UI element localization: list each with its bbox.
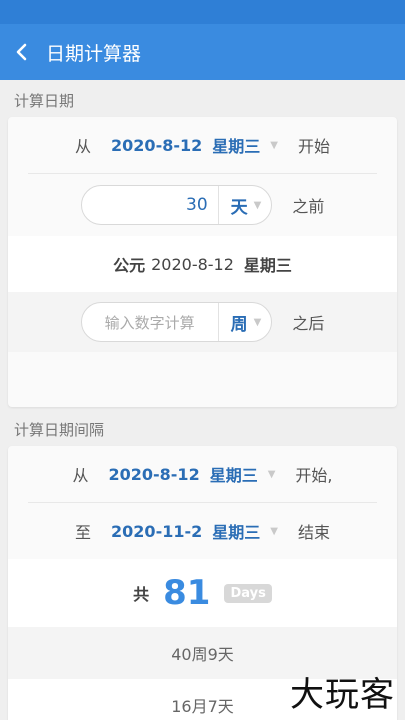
result-weekday: 星期三 xyxy=(243,256,292,275)
start-date-select[interactable]: 2020-8-12 星期三 ▼ xyxy=(111,133,278,157)
result-row: 公元 2020-8-12 星期三 xyxy=(8,236,397,292)
interval-start-date: 2020-8-12 xyxy=(108,464,200,484)
weeks-text: 40周9天 xyxy=(171,645,234,664)
page-title: 日期计算器 xyxy=(46,42,142,65)
calc-card: 从 2020-8-12 星期三 ▼ 开始 30 天 ▼ 之前 公元 2020-8… xyxy=(8,117,397,407)
interval-end-select[interactable]: 2020-11-2 星期三 ▼ xyxy=(111,519,278,543)
total-label: 共 xyxy=(133,585,150,604)
total-days: 81 xyxy=(163,573,211,613)
days-badge: Days xyxy=(224,583,272,603)
after-label: 之后 xyxy=(292,314,325,333)
from-label: 从 xyxy=(75,137,92,156)
result-date: 2020-8-12 xyxy=(151,254,234,274)
caret-down-icon: ▼ xyxy=(253,199,262,211)
caret-down-icon: ▼ xyxy=(270,525,278,537)
to-label: 至 xyxy=(75,523,92,542)
offset-unit-select[interactable]: 天 ▼ xyxy=(217,186,272,224)
after-unit-value: 周 xyxy=(230,314,248,335)
status-bar xyxy=(0,0,405,24)
caret-down-icon: ▼ xyxy=(270,139,278,151)
after-input-group: 输入数字计算 周 ▼ xyxy=(80,302,273,342)
after-input[interactable]: 输入数字计算 xyxy=(82,312,218,333)
total-row: 共 81 Days xyxy=(8,559,397,627)
start-weekday-value: 星期三 xyxy=(212,137,261,156)
months-text: 16月7天 xyxy=(171,697,234,716)
caret-down-icon: ▼ xyxy=(267,468,276,480)
start-date-value: 2020-8-12 xyxy=(111,135,203,155)
after-unit-select[interactable]: 周 ▼ xyxy=(217,303,272,341)
start-date-row: 从 2020-8-12 星期三 ▼ 开始 xyxy=(8,117,397,173)
offset-input-group: 30 天 ▼ xyxy=(80,185,273,225)
interval-start-row: 从 2020-8-12 星期三 ▼ 开始, xyxy=(8,446,397,502)
offset-row: 30 天 ▼ 之前 xyxy=(8,174,397,236)
interval-end-row: 至 2020-11-2 星期三 ▼ 结束 xyxy=(8,503,397,559)
interval-section-label: 计算日期间隔 xyxy=(14,421,105,439)
chevron-left-icon xyxy=(16,43,27,61)
app-bar: 日期计算器 xyxy=(0,24,405,80)
calc-section-label: 计算日期 xyxy=(14,92,75,110)
offset-input[interactable]: 30 xyxy=(82,195,218,215)
result-prefix: 公元 xyxy=(113,256,146,275)
before-label: 之前 xyxy=(292,197,325,216)
interval-start-select[interactable]: 2020-8-12 星期三 ▼ xyxy=(108,462,275,486)
caret-down-icon: ▼ xyxy=(253,316,262,328)
after-row: 输入数字计算 周 ▼ 之后 xyxy=(8,292,397,352)
back-button[interactable] xyxy=(10,40,34,64)
interval-end-weekday: 星期三 xyxy=(212,523,261,542)
interval-start-suffix: 开始, xyxy=(295,466,333,485)
start-suffix: 开始 xyxy=(297,137,330,156)
watermark-logo: 大玩客 xyxy=(290,675,395,715)
from-label: 从 xyxy=(72,466,89,485)
offset-unit-value: 天 xyxy=(230,197,248,218)
interval-start-weekday: 星期三 xyxy=(209,466,258,485)
interval-end-suffix: 结束 xyxy=(297,523,330,542)
interval-end-date: 2020-11-2 xyxy=(111,521,203,541)
